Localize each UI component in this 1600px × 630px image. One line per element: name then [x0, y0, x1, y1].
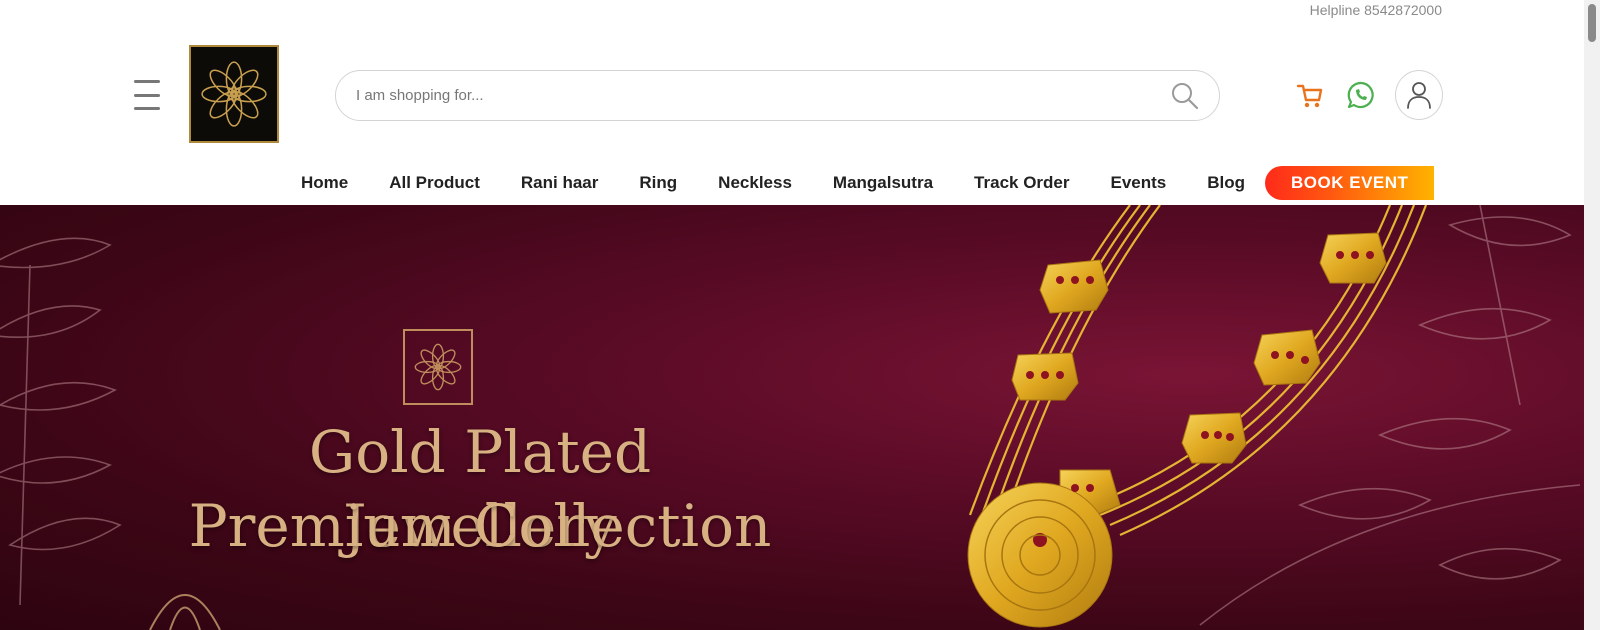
brand-logo[interactable]: [189, 45, 279, 143]
nav-neckless[interactable]: Neckless: [718, 173, 792, 193]
helpline-text: Helpline 8542872000: [1309, 2, 1442, 18]
hamburger-icon[interactable]: [134, 80, 160, 110]
nav-rani-haar[interactable]: Rani haar: [521, 173, 598, 193]
page-scrollbar[interactable]: [1584, 0, 1600, 630]
banner-title-line2: Premium Collection: [188, 492, 772, 560]
user-icon: [1407, 82, 1431, 109]
banner-emblem: [403, 329, 473, 405]
lotus-emblem-icon: [414, 343, 462, 391]
scrollbar-thumb[interactable]: [1588, 4, 1596, 42]
cart-icon[interactable]: [1296, 82, 1324, 110]
search-icon[interactable]: [1171, 82, 1199, 110]
book-event-button[interactable]: BOOK EVENT: [1265, 166, 1435, 200]
page: Helpline 8542872000 I am shopping for...…: [0, 0, 1600, 630]
hero-banner[interactable]: Gold Plated Jewellery Premium Collection: [0, 205, 1584, 630]
whatsapp-icon[interactable]: [1346, 80, 1376, 110]
nav-mangalsutra[interactable]: Mangalsutra: [833, 173, 933, 193]
nav-all-product[interactable]: All Product: [389, 173, 480, 193]
nav-home[interactable]: Home: [301, 173, 348, 193]
nav-ring[interactable]: Ring: [639, 173, 677, 193]
account-button[interactable]: [1395, 70, 1443, 120]
nav-events[interactable]: Events: [1111, 173, 1167, 193]
main-nav: Home All Product Rani haar Ring Neckless…: [301, 166, 1435, 200]
gold-necklace-image: [967, 205, 1428, 628]
nav-blog[interactable]: Blog: [1207, 173, 1245, 193]
search-input[interactable]: [356, 87, 1161, 104]
nav-track-order[interactable]: Track Order: [974, 173, 1069, 193]
lotus-logo-icon: [201, 61, 267, 127]
search-bar: [335, 70, 1220, 121]
